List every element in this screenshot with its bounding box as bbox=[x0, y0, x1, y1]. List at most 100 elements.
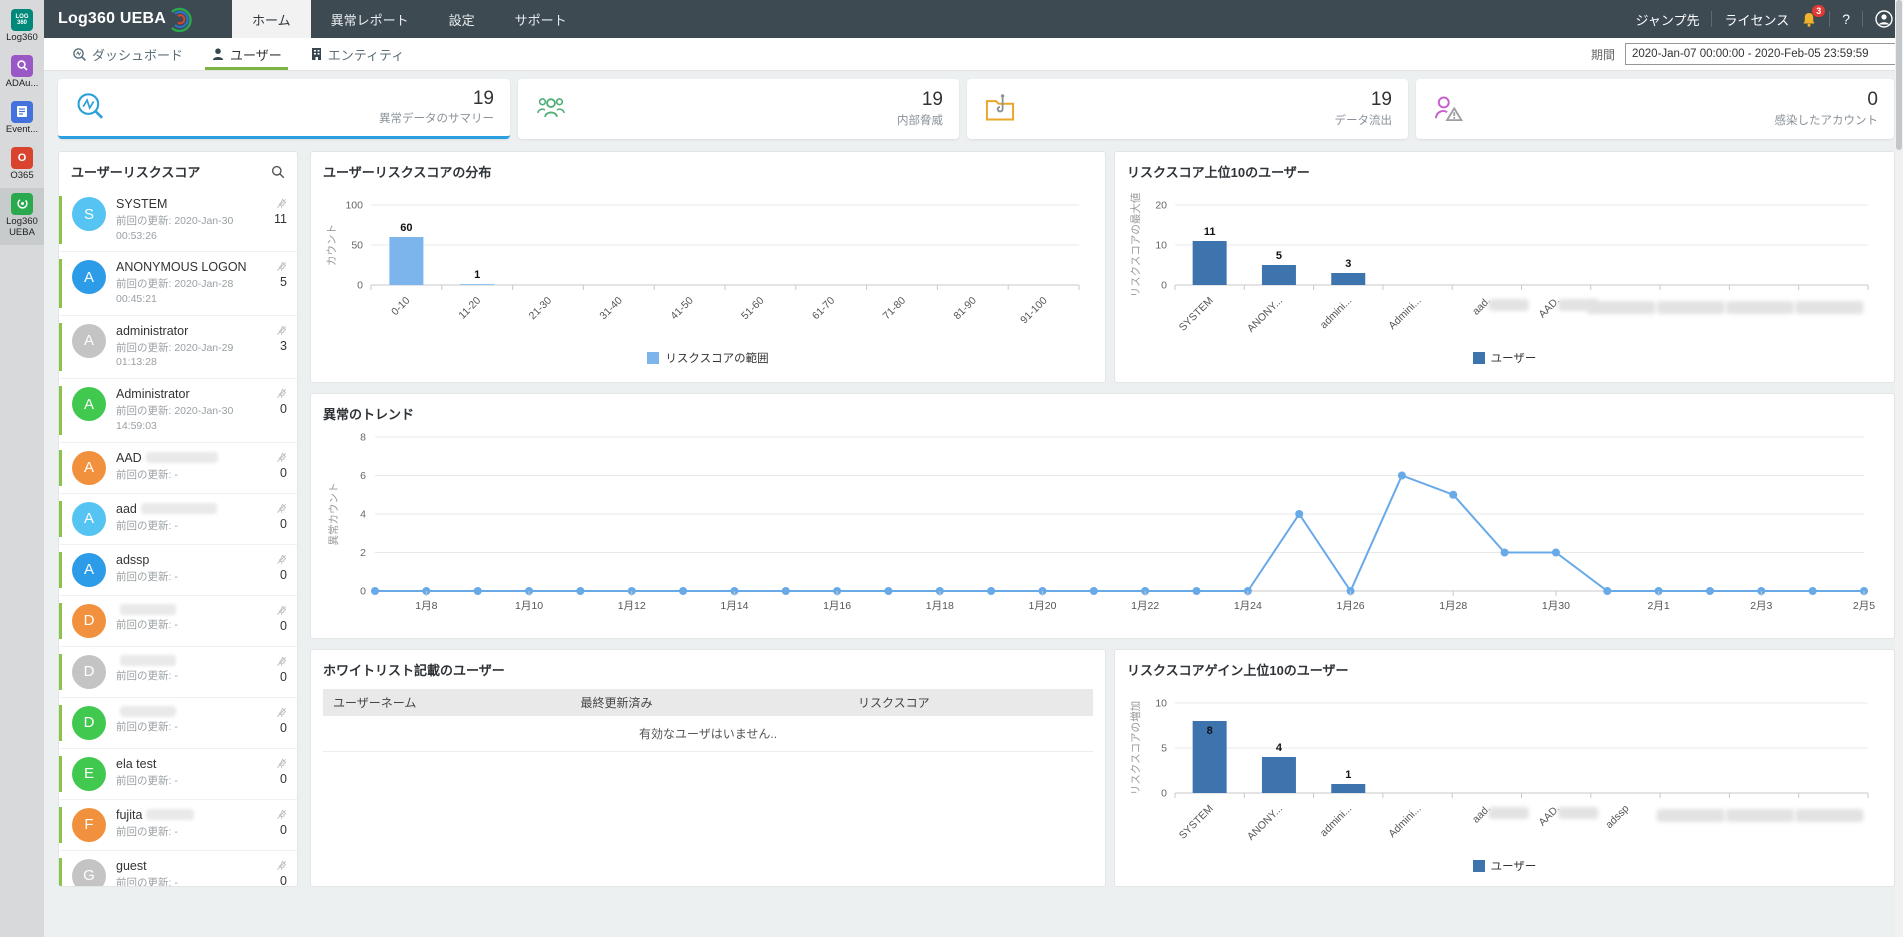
svg-text:8: 8 bbox=[360, 432, 366, 444]
whitelist-title: ホワイトリスト記載のユーザー bbox=[323, 660, 1093, 679]
svg-text:SYSTEM: SYSTEM bbox=[1177, 295, 1216, 334]
account-avatar-icon[interactable] bbox=[1875, 10, 1893, 28]
user-avatar: D bbox=[72, 706, 106, 740]
user-risk-score: 11 bbox=[274, 212, 287, 226]
tab-home[interactable]: ホーム bbox=[232, 0, 311, 38]
pin-off-icon[interactable] bbox=[276, 388, 287, 399]
tab-entities[interactable]: エンティティ bbox=[296, 38, 418, 70]
risk-accent-bar bbox=[59, 552, 62, 588]
pin-off-icon[interactable] bbox=[276, 605, 287, 616]
rail-item-log360[interactable]: LOG360 Log360 bbox=[0, 4, 44, 50]
tab-settings[interactable]: 設定 bbox=[429, 0, 495, 38]
card-anomaly-summary[interactable]: 19 異常データのサマリー bbox=[58, 79, 510, 139]
risk-accent-bar bbox=[59, 259, 62, 307]
user-list-item[interactable]: E ela test 前回の更新: - 0 bbox=[59, 749, 297, 800]
user-last-updated: 前回の更新: 2020-Jan-28 00:45:21 bbox=[116, 277, 264, 306]
top10-risk-gain-panel: リスクスコアゲイン上位10のユーザー 0510リスクスコアの増加8SYSTEM4… bbox=[1114, 649, 1895, 887]
card-insider-threat[interactable]: 19 内部脅威 bbox=[518, 79, 959, 139]
risk-accent-bar bbox=[59, 756, 62, 792]
svg-text:51-60: 51-60 bbox=[739, 295, 767, 323]
user-list-item[interactable]: D 前回の更新: - 0 bbox=[59, 647, 297, 698]
user-name: ANONYMOUS LOGON bbox=[116, 260, 276, 274]
pin-off-icon[interactable] bbox=[276, 261, 287, 272]
svg-text:1月24: 1月24 bbox=[1234, 600, 1262, 612]
user-list-item[interactable]: A administrator 前回の更新: 2020-Jan-29 01:13… bbox=[59, 316, 297, 379]
adaudit-icon bbox=[11, 55, 33, 77]
pin-off-icon[interactable] bbox=[276, 198, 287, 209]
risk-accent-bar bbox=[59, 654, 62, 690]
tab-support[interactable]: サポート bbox=[495, 0, 587, 38]
notification-count-badge: 3 bbox=[1812, 5, 1825, 17]
rail-item-eventlog[interactable]: Event... bbox=[0, 96, 44, 142]
svg-text:41-50: 41-50 bbox=[668, 295, 696, 323]
notification-bell-icon[interactable]: 3 bbox=[1801, 11, 1817, 28]
svg-text:1: 1 bbox=[1345, 769, 1351, 781]
user-list-item[interactable]: A AAD 前回の更新: - 0 bbox=[59, 443, 297, 494]
risk-accent-bar bbox=[59, 323, 62, 371]
chart-legend[interactable]: ユーザー bbox=[1127, 858, 1882, 874]
pin-off-icon[interactable] bbox=[276, 860, 287, 871]
card-value: 19 bbox=[379, 89, 494, 110]
top10-risk-gain-chart[interactable]: 0510リスクスコアの増加8SYSTEM4ANONY...1admini...A… bbox=[1127, 679, 1882, 851]
app-rail: LOG360 Log360 ADAu... Event... O O365 Lo… bbox=[0, 0, 44, 937]
period-range-input[interactable] bbox=[1625, 43, 1897, 65]
user-list-item[interactable]: A Administrator 前回の更新: 2020-Jan-30 14:59… bbox=[59, 379, 297, 442]
jump-to-link[interactable]: ジャンプ先 bbox=[1635, 10, 1699, 29]
user-list-item[interactable]: D 前回の更新: - 0 bbox=[59, 698, 297, 749]
svg-text:1月26: 1月26 bbox=[1337, 600, 1365, 612]
period-label: 期間 bbox=[1591, 46, 1615, 63]
user-list-item[interactable]: S SYSTEM 前回の更新: 2020-Jan-30 00:53:26 11 bbox=[59, 189, 297, 252]
risk-score-distribution-chart[interactable]: 050100カウント600-10111-2021-3031-4041-5051-… bbox=[323, 181, 1093, 343]
redacted-text bbox=[146, 809, 194, 820]
rail-item-adaudit[interactable]: ADAu... bbox=[0, 50, 44, 96]
card-data-exfiltration[interactable]: 19 データ流出 bbox=[967, 79, 1408, 139]
svg-text:1月20: 1月20 bbox=[1028, 600, 1056, 612]
chart-legend[interactable]: リスクスコアの範囲 bbox=[323, 350, 1093, 366]
app-logo[interactable]: Log360 UEBA bbox=[58, 6, 192, 32]
top10-risk-users-chart[interactable]: 01020リスクスコアの最大値11SYSTEM5ANONY...3admini.… bbox=[1127, 181, 1882, 343]
pin-off-icon[interactable] bbox=[276, 452, 287, 463]
user-list-item[interactable]: G guest 前回の更新: - 0 bbox=[59, 851, 297, 888]
card-compromised-accounts[interactable]: 0 感染したアカウント bbox=[1416, 79, 1894, 139]
license-link[interactable]: ライセンス bbox=[1724, 10, 1789, 29]
page-scrollbar[interactable] bbox=[1895, 0, 1903, 937]
pin-off-icon[interactable] bbox=[276, 809, 287, 820]
user-avatar: F bbox=[72, 808, 106, 842]
svg-text:1月8: 1月8 bbox=[415, 600, 437, 612]
tab-anomaly-report[interactable]: 異常レポート bbox=[311, 0, 429, 38]
pin-off-icon[interactable] bbox=[276, 707, 287, 718]
search-icon[interactable] bbox=[271, 165, 285, 179]
chart-legend[interactable]: ユーザー bbox=[1127, 350, 1882, 366]
svg-text:リスクスコアの増加: リスクスコアの増加 bbox=[1129, 701, 1142, 795]
user-list-item[interactable]: A aad 前回の更新: - 0 bbox=[59, 494, 297, 545]
pin-off-icon[interactable] bbox=[276, 554, 287, 565]
help-button[interactable]: ? bbox=[1842, 11, 1850, 27]
user-list-item[interactable]: D 前回の更新: - 0 bbox=[59, 596, 297, 647]
scrollbar-thumb[interactable] bbox=[1896, 0, 1902, 150]
user-risk-score: 5 bbox=[280, 275, 287, 289]
user-avatar: E bbox=[72, 757, 106, 791]
rail-item-o365[interactable]: O O365 bbox=[0, 142, 44, 188]
user-list-item[interactable]: A ANONYMOUS LOGON 前回の更新: 2020-Jan-28 00:… bbox=[59, 252, 297, 315]
col-risk-score: リスクスコア bbox=[858, 694, 1083, 711]
pin-off-icon[interactable] bbox=[276, 656, 287, 667]
pin-off-icon[interactable] bbox=[276, 503, 287, 514]
pin-off-icon[interactable] bbox=[276, 325, 287, 336]
data-exfiltration-icon bbox=[983, 92, 1017, 126]
user-list-item[interactable]: A adssp 前回の更新: - 0 bbox=[59, 545, 297, 596]
tab-dashboard[interactable]: ダッシュボード bbox=[58, 38, 197, 70]
user-last-updated: 前回の更新: 2020-Jan-30 14:59:03 bbox=[116, 404, 264, 433]
chart-title: リスクスコア上位10のユーザー bbox=[1127, 162, 1882, 181]
svg-text:0-10: 0-10 bbox=[389, 295, 412, 318]
user-risk-score: 3 bbox=[280, 339, 287, 353]
svg-text:SYSTEM: SYSTEM bbox=[1177, 803, 1216, 842]
user-name bbox=[116, 706, 276, 717]
tab-users[interactable]: ユーザー bbox=[197, 38, 296, 70]
user-list-item[interactable]: F fujita 前回の更新: - 0 bbox=[59, 800, 297, 851]
pin-off-icon[interactable] bbox=[276, 758, 287, 769]
anomaly-trend-chart[interactable]: 02468異常カウント1月81月101月121月141月161月181月201月… bbox=[323, 423, 1882, 625]
ueba-icon bbox=[11, 193, 33, 215]
svg-text:10: 10 bbox=[1155, 240, 1167, 252]
rail-item-log360-ueba[interactable]: Log360 UEBA bbox=[0, 188, 44, 245]
user-last-updated: 前回の更新: - bbox=[116, 774, 264, 789]
